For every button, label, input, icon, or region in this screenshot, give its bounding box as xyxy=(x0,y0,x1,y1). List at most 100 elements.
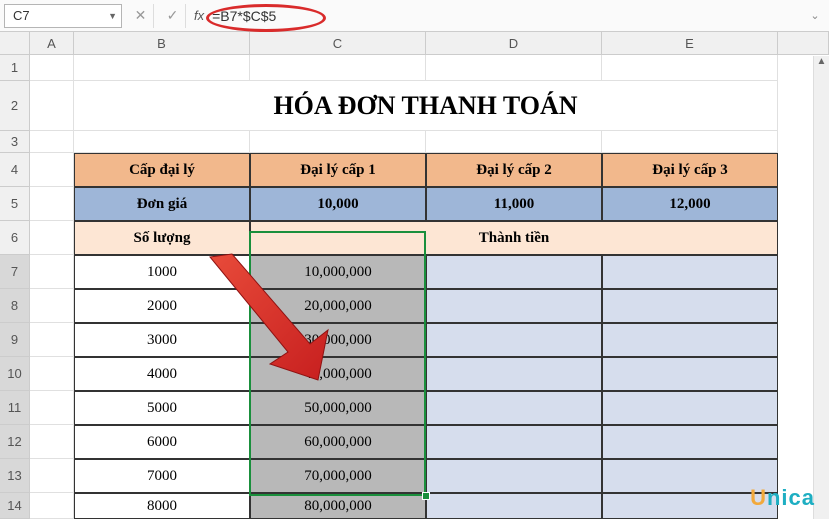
row-header-2[interactable]: 2 xyxy=(0,81,30,131)
result-d-1[interactable] xyxy=(426,289,602,323)
header-dl1[interactable]: Đại lý cấp 1 xyxy=(250,153,426,187)
cell[interactable] xyxy=(30,323,74,357)
row-header-7[interactable]: 7 xyxy=(0,255,30,289)
qty-3[interactable]: 4000 xyxy=(74,357,250,391)
cell[interactable] xyxy=(30,357,74,391)
col-header-C[interactable]: C xyxy=(250,32,426,55)
accept-formula-icon[interactable]: ✓ xyxy=(160,4,186,28)
price-3[interactable]: 12,000 xyxy=(602,187,778,221)
result-d-6[interactable] xyxy=(426,459,602,493)
result-c-6[interactable]: 70,000,000 xyxy=(250,459,426,493)
result-d-2[interactable] xyxy=(426,323,602,357)
price-1[interactable]: 10,000 xyxy=(250,187,426,221)
watermark-u: U xyxy=(750,485,767,510)
result-e-2[interactable] xyxy=(602,323,778,357)
header-thanh-tien[interactable]: Thành tiền xyxy=(250,221,778,255)
cell[interactable] xyxy=(30,425,74,459)
select-all-corner[interactable] xyxy=(0,32,30,55)
row-header-5[interactable]: 5 xyxy=(0,187,30,221)
result-c-3[interactable]: 40,000,000 xyxy=(250,357,426,391)
qty-6[interactable]: 7000 xyxy=(74,459,250,493)
row-header-9[interactable]: 9 xyxy=(0,323,30,357)
cell[interactable] xyxy=(250,55,426,81)
fx-label[interactable]: fx xyxy=(186,8,212,23)
qty-5[interactable]: 6000 xyxy=(74,425,250,459)
cell[interactable] xyxy=(30,153,74,187)
result-c-0[interactable]: 10,000,000 xyxy=(250,255,426,289)
watermark-rest: nica xyxy=(767,485,815,510)
row-header-10[interactable]: 10 xyxy=(0,357,30,391)
result-e-5[interactable] xyxy=(602,425,778,459)
header-cap-dai-ly[interactable]: Cấp đại lý xyxy=(74,153,250,187)
cell[interactable] xyxy=(30,391,74,425)
formula-input[interactable]: =B7*$C$5 xyxy=(212,8,805,24)
cell[interactable] xyxy=(426,131,602,153)
header-dl2[interactable]: Đại lý cấp 2 xyxy=(426,153,602,187)
col-header-D[interactable]: D xyxy=(426,32,602,55)
cell[interactable] xyxy=(74,131,250,153)
vertical-scrollbar[interactable]: ▲ xyxy=(813,56,829,519)
result-d-5[interactable] xyxy=(426,425,602,459)
result-d-7[interactable] xyxy=(426,493,602,519)
cell[interactable] xyxy=(30,187,74,221)
col-header-A[interactable]: A xyxy=(30,32,74,55)
result-c-7[interactable]: 80,000,000 xyxy=(250,493,426,519)
result-d-0[interactable] xyxy=(426,255,602,289)
cell[interactable] xyxy=(426,55,602,81)
header-don-gia[interactable]: Đơn giá xyxy=(74,187,250,221)
cell[interactable] xyxy=(30,289,74,323)
result-c-5[interactable]: 60,000,000 xyxy=(250,425,426,459)
row-header-11[interactable]: 11 xyxy=(0,391,30,425)
cell[interactable] xyxy=(602,55,778,81)
header-dl3[interactable]: Đại lý cấp 3 xyxy=(602,153,778,187)
result-e-4[interactable] xyxy=(602,391,778,425)
cell[interactable] xyxy=(30,131,74,153)
formula-bar: C7 ▼ ✕ ✓ fx =B7*$C$5 ⌄ xyxy=(0,0,829,32)
result-e-0[interactable] xyxy=(602,255,778,289)
row-header-8[interactable]: 8 xyxy=(0,289,30,323)
row-header-6[interactable]: 6 xyxy=(0,221,30,255)
result-e-3[interactable] xyxy=(602,357,778,391)
cell[interactable] xyxy=(602,131,778,153)
cell[interactable] xyxy=(74,55,250,81)
result-d-3[interactable] xyxy=(426,357,602,391)
scroll-up-icon[interactable]: ▲ xyxy=(814,56,829,72)
row-header-14[interactable]: 14 xyxy=(0,493,30,519)
qty-1[interactable]: 2000 xyxy=(74,289,250,323)
expand-formula-bar-icon[interactable]: ⌄ xyxy=(805,9,825,22)
cell[interactable] xyxy=(30,221,74,255)
result-c-4[interactable]: 50,000,000 xyxy=(250,391,426,425)
cell[interactable] xyxy=(30,459,74,493)
qty-4[interactable]: 5000 xyxy=(74,391,250,425)
result-d-4[interactable] xyxy=(426,391,602,425)
result-c-1[interactable]: 20,000,000 xyxy=(250,289,426,323)
row-header-13[interactable]: 13 xyxy=(0,459,30,493)
row-header-12[interactable]: 12 xyxy=(0,425,30,459)
cancel-formula-icon[interactable]: ✕ xyxy=(128,4,154,28)
cell[interactable] xyxy=(30,55,74,81)
name-box[interactable]: C7 ▼ xyxy=(4,4,122,28)
cells-area[interactable]: HÓA ĐƠN THANH TOÁN Cấp đại lýĐại lý cấp 1… xyxy=(30,55,829,519)
price-2[interactable]: 11,000 xyxy=(426,187,602,221)
cell[interactable] xyxy=(30,255,74,289)
header-so-luong[interactable]: Số lượng xyxy=(74,221,250,255)
qty-0[interactable]: 1000 xyxy=(74,255,250,289)
col-header-B[interactable]: B xyxy=(74,32,250,55)
result-c-2[interactable]: 30,000,000 xyxy=(250,323,426,357)
title-cell[interactable]: HÓA ĐƠN THANH TOÁN xyxy=(74,81,778,131)
name-box-value: C7 xyxy=(13,8,30,23)
row-headers: 1234567891011121314 xyxy=(0,55,30,519)
result-e-1[interactable] xyxy=(602,289,778,323)
column-headers: ABCDE xyxy=(30,32,829,55)
col-header-E[interactable]: E xyxy=(602,32,778,55)
row-header-3[interactable]: 3 xyxy=(0,131,30,153)
cell[interactable] xyxy=(30,493,74,519)
row-header-4[interactable]: 4 xyxy=(0,153,30,187)
row-header-1[interactable]: 1 xyxy=(0,55,30,81)
fill-handle[interactable] xyxy=(422,492,430,500)
chevron-down-icon[interactable]: ▼ xyxy=(108,11,117,21)
cell[interactable] xyxy=(30,81,74,131)
qty-7[interactable]: 8000 xyxy=(74,493,250,519)
qty-2[interactable]: 3000 xyxy=(74,323,250,357)
cell[interactable] xyxy=(250,131,426,153)
